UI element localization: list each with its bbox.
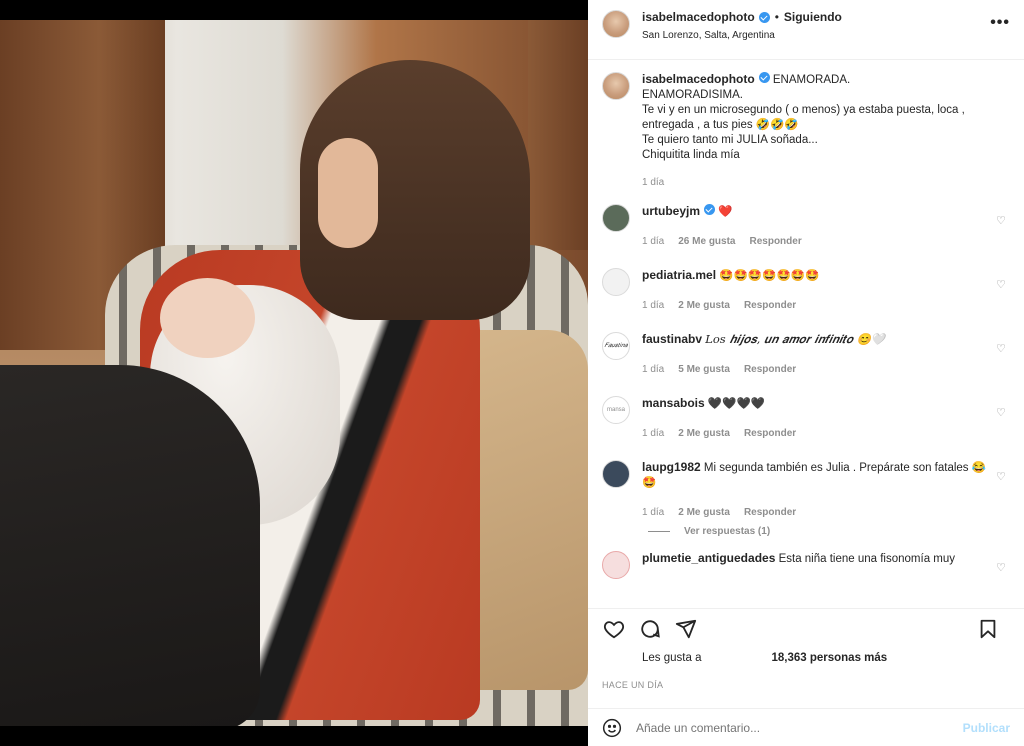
- comment-item: urtubeyjm ❤️ 1 día 26 Me gusta Responder…: [602, 204, 1008, 254]
- commenter-avatar[interactable]: 𝐹𝑎𝑢𝑠𝑡𝑖𝑛𝑎: [602, 332, 630, 360]
- post-image[interactable]: [0, 20, 588, 726]
- comment-like-heart-icon[interactable]: ♡: [996, 470, 1008, 483]
- photo-door-right: [528, 20, 588, 250]
- author-info: isabelmacedophoto • Siguiendo San Lorenz…: [642, 10, 842, 41]
- commenter-username[interactable]: urtubeyjm: [642, 204, 700, 218]
- comment-like-heart-icon[interactable]: ♡: [996, 278, 1008, 291]
- separator-dot: •: [774, 10, 779, 24]
- replies-line: [648, 531, 670, 532]
- comment-item: 𝐹𝑎𝑢𝑠𝑡𝑖𝑛𝑎 faustinabv 𝐿𝑜𝑠 𝒉𝒊𝒋𝒐𝒔, 𝒖𝒏 𝒂𝒎𝒐𝒓 𝒊…: [602, 332, 1008, 382]
- comment-like-heart-icon[interactable]: ♡: [996, 342, 1008, 355]
- comment-text: 𝐿𝑜𝑠 𝒉𝒊𝒋𝒐𝒔, 𝒖𝒏 𝒂𝒎𝒐𝒓 𝒊𝒏𝒇𝒊𝒏𝒊𝒕𝒐 😊🤍: [705, 332, 886, 346]
- caption-time[interactable]: 1 día: [642, 175, 965, 190]
- commenter-avatar[interactable]: mansa: [602, 396, 630, 424]
- post-caption: isabelmacedophoto ENAMORADA. ENAMORADISI…: [602, 72, 1008, 190]
- post-location[interactable]: San Lorenzo, Salta, Argentina: [642, 30, 842, 41]
- share-icon[interactable]: [674, 617, 698, 641]
- comment-time[interactable]: 1 día: [642, 234, 664, 249]
- caption-body: isabelmacedophoto ENAMORADA. ENAMORADISI…: [642, 72, 965, 190]
- comment-text: Esta niña tiene una fisonomía muy: [778, 553, 956, 565]
- comment-item: mansa mansabois 🖤🖤🖤🖤 1 día 2 Me gusta Re…: [602, 396, 1008, 446]
- photo-baby-head: [160, 278, 255, 358]
- reply-button[interactable]: Responder: [744, 426, 796, 441]
- post-actions-bar: [588, 608, 1024, 648]
- caption-line: Te vi y en un microsegundo ( o menos) ya…: [642, 104, 965, 116]
- caption-line: ENAMORADISIMA.: [642, 89, 743, 101]
- comment-time[interactable]: 1 día: [642, 426, 664, 441]
- comment-text: ❤️: [718, 206, 733, 218]
- post-photo-area: [0, 0, 588, 746]
- reply-button[interactable]: Responder: [750, 234, 802, 249]
- photo-legs: [0, 365, 260, 726]
- view-replies-label: Ver respuestas (1): [684, 526, 771, 537]
- verified-badge-icon: [758, 11, 770, 23]
- comment-like-heart-icon[interactable]: ♡: [996, 214, 1008, 227]
- commenter-username[interactable]: pediatria.mel: [642, 268, 716, 282]
- caption-line: Te quiero tanto mi JULIA soñada...: [642, 134, 818, 146]
- likes-summary: Les gusta a 18,363 personas más: [602, 652, 1008, 664]
- comment-text: 🖤🖤🖤🖤: [707, 398, 766, 410]
- comment-item: laupg1982 Mi segunda también es Julia . …: [602, 460, 1008, 520]
- emoji-icon[interactable]: [602, 718, 622, 738]
- add-comment-input[interactable]: [636, 720, 963, 735]
- comment-time[interactable]: 1 día: [642, 505, 664, 520]
- commenter-username[interactable]: mansabois: [642, 396, 705, 410]
- comments-list[interactable]: isabelmacedophoto ENAMORADA. ENAMORADISI…: [588, 60, 1024, 608]
- following-button[interactable]: Siguiendo: [784, 10, 842, 24]
- caption-avatar[interactable]: [602, 72, 630, 100]
- bookmark-icon[interactable]: [976, 617, 1000, 641]
- comment-likes[interactable]: 26 Me gusta: [678, 234, 735, 249]
- commenter-username[interactable]: plumetie_antiguedades: [642, 551, 775, 565]
- reply-button[interactable]: Responder: [744, 505, 796, 520]
- reply-button[interactable]: Responder: [744, 362, 796, 377]
- commenter-username[interactable]: laupg1982: [642, 460, 701, 474]
- likes-prefix: Les gusta a: [642, 652, 702, 664]
- likes-count[interactable]: 18,363 personas más: [771, 652, 887, 664]
- post-side-panel: isabelmacedophoto • Siguiendo San Lorenz…: [588, 0, 1024, 746]
- view-replies[interactable]: Ver respuestas (1): [648, 526, 1008, 537]
- caption-line: ENAMORADA.: [772, 74, 851, 86]
- comment-time[interactable]: 1 día: [642, 298, 664, 313]
- commenter-avatar[interactable]: [602, 268, 630, 296]
- verified-badge-icon: [704, 204, 716, 215]
- author-avatar[interactable]: [602, 10, 630, 38]
- caption-line: entregada , a tus pies 🤣🤣🤣: [642, 119, 799, 131]
- heart-icon[interactable]: [602, 617, 626, 641]
- liker-avatars[interactable]: [602, 652, 642, 664]
- posted-time[interactable]: HACE UN DÍA: [602, 680, 663, 690]
- caption-line: Chiquitita linda mía: [642, 149, 740, 161]
- add-comment-bar: Publicar: [588, 708, 1024, 746]
- commenter-username[interactable]: faustinabv: [642, 332, 702, 346]
- more-options-icon[interactable]: •••: [990, 14, 1010, 32]
- comment-item: pediatria.mel 🤩🤩🤩🤩🤩🤩🤩 1 día 2 Me gusta R…: [602, 268, 1008, 318]
- comment-likes[interactable]: 2 Me gusta: [678, 426, 730, 441]
- comment-likes[interactable]: 2 Me gusta: [678, 298, 730, 313]
- publish-button[interactable]: Publicar: [963, 721, 1010, 735]
- comment-icon[interactable]: [638, 617, 662, 641]
- comment-text: 🤩🤩🤩🤩🤩🤩🤩: [719, 270, 820, 282]
- comment-likes[interactable]: 2 Me gusta: [678, 505, 730, 520]
- caption-username[interactable]: isabelmacedophoto: [642, 72, 755, 86]
- post-modal: isabelmacedophoto • Siguiendo San Lorenz…: [0, 0, 1024, 746]
- verified-badge-icon: [758, 72, 770, 83]
- post-header: isabelmacedophoto • Siguiendo San Lorenz…: [588, 0, 1024, 60]
- comment-like-heart-icon[interactable]: ♡: [996, 561, 1008, 574]
- comment-like-heart-icon[interactable]: ♡: [996, 406, 1008, 419]
- author-username[interactable]: isabelmacedophoto: [642, 10, 755, 24]
- reply-button[interactable]: Responder: [744, 298, 796, 313]
- comment-item: plumetie_antiguedades Esta niña tiene un…: [602, 551, 1008, 601]
- comment-time[interactable]: 1 día: [642, 362, 664, 377]
- commenter-avatar[interactable]: [602, 204, 630, 232]
- commenter-avatar[interactable]: [602, 460, 630, 488]
- photo-face: [318, 138, 378, 248]
- commenter-avatar[interactable]: [602, 551, 630, 579]
- comment-likes[interactable]: 5 Me gusta: [678, 362, 730, 377]
